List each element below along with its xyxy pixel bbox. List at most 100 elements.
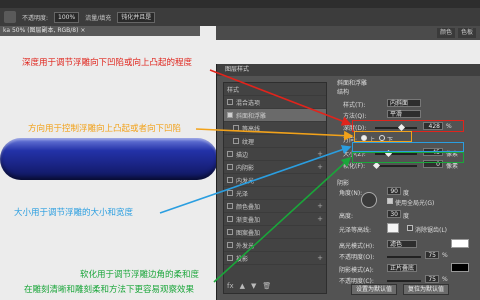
document-tab[interactable]: ka 50% (图层副本, RGB/8) ×: [0, 26, 200, 36]
size-highlight-box: [352, 142, 464, 152]
style-checkbox[interactable]: [227, 216, 233, 222]
add-effect-icon[interactable]: +: [317, 202, 323, 210]
style-list-item[interactable]: 渐变叠加 +: [224, 213, 326, 226]
style-list-label: 内阴影: [236, 164, 255, 172]
opacity-label: 不透明度:: [22, 14, 49, 22]
style-list-item[interactable]: 描边 +: [224, 148, 326, 161]
layer-style-dialog: 图层样式 样式 混合选项 斜面和浮雕 等高线 纹理 描边 + 内阴影 + 内发光 光泽 颜色叠加 + 渐变…: [216, 64, 480, 300]
gloss-contour-label: 光泽等高线:: [339, 227, 372, 234]
add-effect-icon[interactable]: +: [317, 215, 323, 223]
shadow-opacity-field[interactable]: 75: [425, 275, 439, 283]
style-checkbox[interactable]: [227, 99, 233, 105]
style-checkbox[interactable]: [233, 138, 239, 144]
angle-unit: 度: [403, 190, 410, 197]
style-checkbox[interactable]: [227, 112, 233, 118]
style-checkbox[interactable]: [227, 242, 233, 248]
highlight-opacity-label: 不透明度(O):: [339, 254, 375, 261]
direction-highlight-box: [354, 131, 412, 142]
style-list-item[interactable]: 外发光: [224, 239, 326, 252]
altitude-label: 高度:: [339, 213, 354, 220]
style-label: 样式(T):: [343, 102, 366, 109]
style-list-item[interactable]: 等高线: [224, 122, 326, 135]
move-down-icon[interactable]: ▼: [251, 282, 256, 290]
style-list-item[interactable]: 图案叠加: [224, 226, 326, 239]
style-list-item[interactable]: 投影 +: [224, 252, 326, 265]
technique-label: 方法(Q):: [343, 113, 367, 120]
style-list-item[interactable]: 斜面和浮雕: [224, 109, 326, 122]
soften-slider-handle[interactable]: [372, 161, 380, 170]
options-bar: 不透明度: 100% 流量/填充 钝化并且是: [0, 8, 480, 26]
style-checkbox[interactable]: [227, 164, 233, 170]
gloss-contour-picker[interactable]: [387, 223, 399, 233]
fx-row: fx ▲ ▼ 🗑: [227, 282, 271, 290]
style-list-item[interactable]: 纹理: [224, 135, 326, 148]
style-list: 样式混合选项斜面和浮雕等高线纹理描边 + 内阴影 + 内发光光泽颜色叠加 + 渐变叠加 + 图案…: [223, 82, 327, 294]
shadow-mode-select[interactable]: 正片叠底: [387, 264, 417, 272]
delete-icon[interactable]: 🗑: [262, 282, 271, 290]
style-checkbox[interactable]: [227, 203, 233, 209]
highlight-opacity-slider[interactable]: [387, 256, 421, 258]
embossed-pill-shape: [0, 138, 218, 180]
menu-bar[interactable]: [0, 0, 480, 8]
soften-annotation-line2: 在雕刻清晰和雕刻柔和方法下更容易观察效果: [24, 285, 195, 295]
opacity-field[interactable]: 100%: [54, 11, 80, 23]
altitude-field[interactable]: 30: [387, 210, 401, 218]
global-light-checkbox[interactable]: [387, 198, 393, 204]
anti-alias-checkbox[interactable]: [407, 225, 413, 231]
angle-dial[interactable]: [361, 192, 377, 208]
style-list-label: 纹理: [242, 138, 255, 146]
anti-alias-label: 消除锯齿(L): [415, 227, 448, 234]
structure-title: 结构: [337, 89, 350, 96]
brush-tool-icon[interactable]: [4, 11, 16, 23]
angle-field[interactable]: 90: [387, 187, 401, 195]
style-list-item[interactable]: 样式: [224, 83, 326, 96]
fx-button[interactable]: fx: [227, 282, 234, 290]
style-checkbox[interactable]: [227, 177, 233, 183]
style-list-item[interactable]: 光泽: [224, 187, 326, 200]
align-option[interactable]: 钝化并且是: [117, 11, 156, 23]
soften-slider[interactable]: [375, 165, 417, 167]
highlight-mode-label: 高光模式(H):: [339, 243, 375, 250]
shadow-opacity-unit: %: [442, 276, 448, 283]
highlight-mode-select[interactable]: 滤色: [387, 240, 417, 248]
style-select[interactable]: 内斜面: [387, 99, 421, 107]
style-list-label: 渐变叠加: [236, 216, 261, 224]
style-list-label: 投影: [236, 255, 249, 263]
altitude-unit: 度: [403, 213, 410, 220]
style-list-label: 混合选项: [236, 99, 261, 107]
shadow-color-swatch[interactable]: [451, 263, 469, 272]
style-checkbox[interactable]: [227, 255, 233, 261]
shadow-opacity-slider[interactable]: [387, 280, 421, 282]
highlight-color-swatch[interactable]: [451, 239, 469, 248]
move-up-icon[interactable]: ▲: [240, 282, 245, 290]
style-checkbox[interactable]: [227, 151, 233, 157]
technique-select[interactable]: 平滑: [387, 110, 421, 118]
style-list-label: 斜面和浮雕: [236, 112, 267, 120]
style-checkbox[interactable]: [227, 190, 233, 196]
tab-color[interactable]: 颜色: [436, 28, 455, 38]
shading-title: 阴影: [337, 180, 350, 187]
style-checkbox[interactable]: [233, 125, 239, 131]
style-list-label: 样式: [227, 86, 240, 94]
fill-label: 流量/填充: [85, 14, 112, 22]
reset-default-button[interactable]: 复位为默认值: [403, 284, 449, 295]
style-list-label: 颜色叠加: [236, 203, 261, 211]
style-list-item[interactable]: 混合选项: [224, 96, 326, 109]
tab-swatches[interactable]: 色板: [457, 28, 476, 38]
add-effect-icon[interactable]: +: [317, 150, 323, 158]
style-list-label: 等高线: [242, 125, 261, 133]
style-list-item[interactable]: 内发光: [224, 174, 326, 187]
set-default-button[interactable]: 设置为默认值: [351, 284, 397, 295]
panel-tabs: 颜色 色板: [216, 26, 480, 40]
add-effect-icon[interactable]: +: [317, 254, 323, 262]
dialog-title: 图层样式: [217, 64, 480, 76]
angle-label: 角度(N):: [339, 190, 363, 197]
add-effect-icon[interactable]: +: [317, 163, 323, 171]
style-list-label: 光泽: [236, 190, 249, 198]
highlight-opacity-field[interactable]: 75: [425, 251, 439, 259]
style-checkbox[interactable]: [227, 229, 233, 235]
style-list-item[interactable]: 颜色叠加 +: [224, 200, 326, 213]
bevel-emboss-properties: 斜面和浮雕 结构 样式(T): 内斜面 方法(Q): 平滑 深度(D): 428…: [331, 78, 477, 296]
style-list-item[interactable]: 内阴影 +: [224, 161, 326, 174]
direction-annotation: 方向用于控制浮雕向上凸起或者向下凹陷: [28, 124, 182, 134]
